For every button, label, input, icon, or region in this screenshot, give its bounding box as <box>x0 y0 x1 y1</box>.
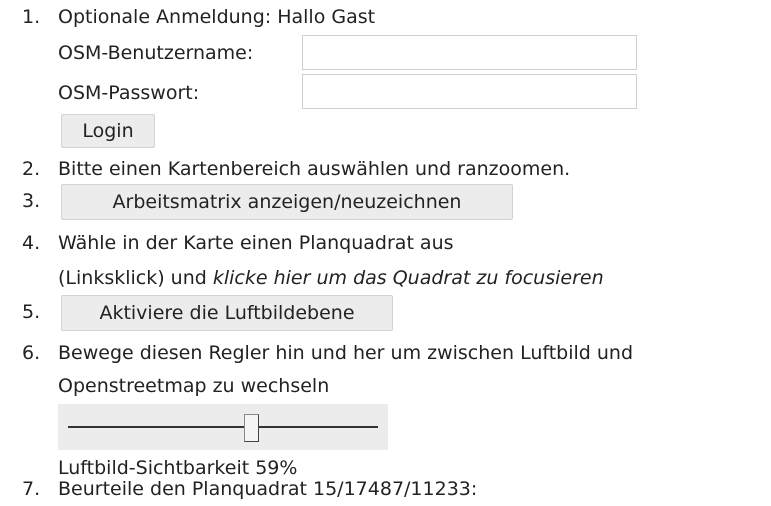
aerial-visibility-text: Luftbild-Sichtbarkeit 59% <box>58 457 298 479</box>
opacity-slider[interactable] <box>58 404 388 450</box>
step-7-number: 7. <box>22 478 41 500</box>
slider-thumb[interactable] <box>243 414 259 442</box>
step-4-line-1: Wähle in der Karte einen Planquadrat aus <box>58 232 454 254</box>
username-input[interactable] <box>302 35 637 70</box>
focus-square-link[interactable]: klicke hier um das Quadrat zu focusieren <box>213 267 604 289</box>
step-2-text: Bitte einen Kartenbereich auswählen und … <box>58 158 571 180</box>
draw-matrix-button[interactable]: Arbeitsmatrix anzeigen/neuzeichnen <box>61 184 513 220</box>
step-2-number: 2. <box>22 158 41 180</box>
step-1-text: Optionale Anmeldung: Hallo Gast <box>58 6 376 28</box>
username-label: OSM-Benutzername: <box>58 42 254 64</box>
activate-aerial-layer-button[interactable]: Aktiviere die Luftbildebene <box>61 295 393 331</box>
step-3-number: 3. <box>22 190 41 212</box>
step-4-number: 4. <box>22 232 41 254</box>
slider-track <box>68 426 378 428</box>
step-6-line-1: Bewege diesen Regler hin und her um zwis… <box>58 342 634 364</box>
step-6-number: 6. <box>22 342 41 364</box>
login-button[interactable]: Login <box>61 114 155 148</box>
step-4-line-2-prefix: (Linksklick) und <box>58 267 213 289</box>
step-4-line-2: (Linksklick) und klicke hier um das Quad… <box>58 267 604 289</box>
step-5-number: 5. <box>22 301 41 323</box>
step-7-text: Beurteile den Planquadrat 15/17487/11233… <box>58 478 478 500</box>
password-label: OSM-Passwort: <box>58 82 200 104</box>
step-6-line-2: Openstreetmap zu wechseln <box>58 375 330 397</box>
password-input[interactable] <box>302 74 637 109</box>
step-1-number: 1. <box>22 6 41 28</box>
